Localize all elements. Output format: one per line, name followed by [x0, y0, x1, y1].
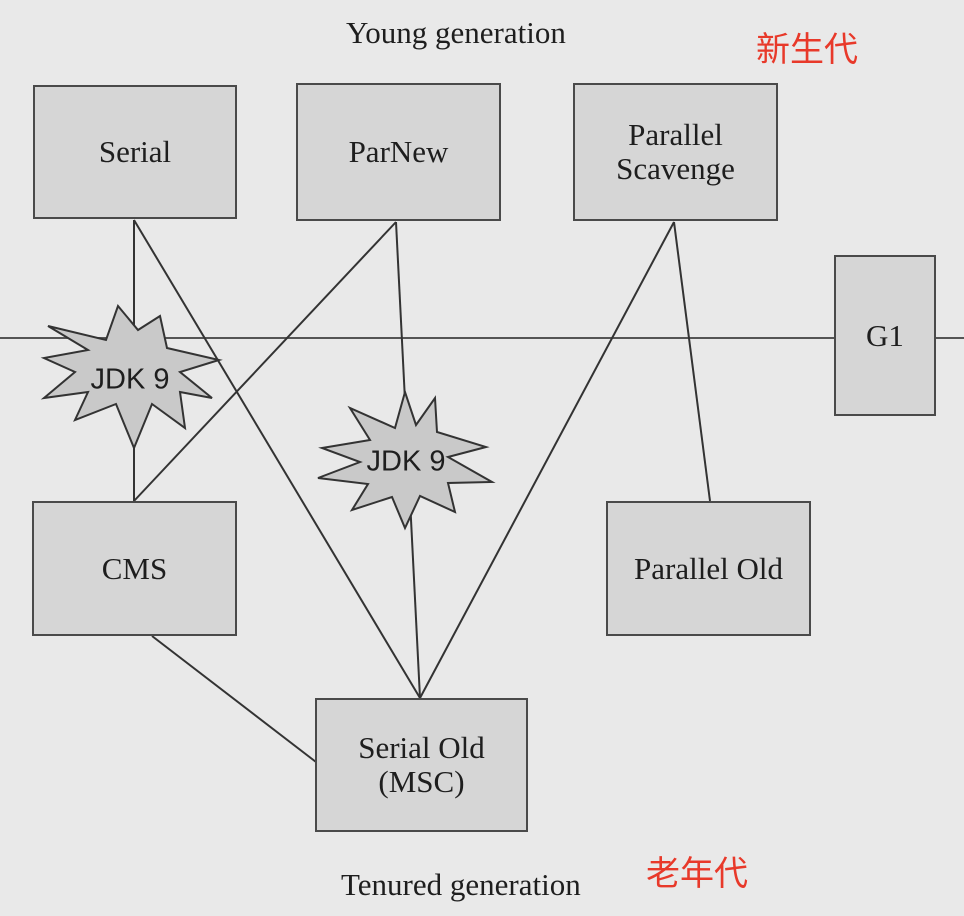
- parallel-scavenge-collector-label: Parallel Scavenge: [616, 117, 735, 186]
- cms-collector-label: CMS: [101, 550, 168, 586]
- young-generation-cn-label: 新生代: [756, 30, 858, 70]
- serial-collector-label: Serial: [98, 134, 172, 169]
- serial-collector: Serial: [33, 85, 237, 219]
- parnew-collector-label: ParNew: [348, 134, 449, 169]
- g1-collector: G1: [834, 255, 936, 416]
- edge-cms-serial-old: [151, 635, 317, 763]
- jdk9-deprecation-center-label: JDK 9: [366, 445, 446, 478]
- young-generation-label: Young generation: [346, 15, 566, 50]
- edge-parallel-scavenge-parallel-old: [673, 221, 711, 502]
- parnew-collector: ParNew: [296, 83, 501, 221]
- parallel-old-collector-label: Parallel Old: [634, 550, 783, 586]
- jdk9-deprecation-left-label: JDK 9: [90, 363, 170, 396]
- cms-collector: CMS: [32, 501, 237, 636]
- tenured-generation-cn-label: 老年代: [646, 854, 748, 894]
- g1-collector-label: G1: [866, 317, 904, 353]
- gc-collector-diagram: Young generation 新生代 Tenured generation …: [0, 0, 964, 916]
- parallel-scavenge-collector: Parallel Scavenge: [573, 83, 778, 221]
- serial-old-collector: Serial Old (MSC): [315, 698, 528, 832]
- serial-old-collector-label: Serial Old (MSC): [358, 730, 485, 799]
- tenured-generation-label: Tenured generation: [341, 867, 581, 902]
- parallel-old-collector: Parallel Old: [606, 501, 811, 636]
